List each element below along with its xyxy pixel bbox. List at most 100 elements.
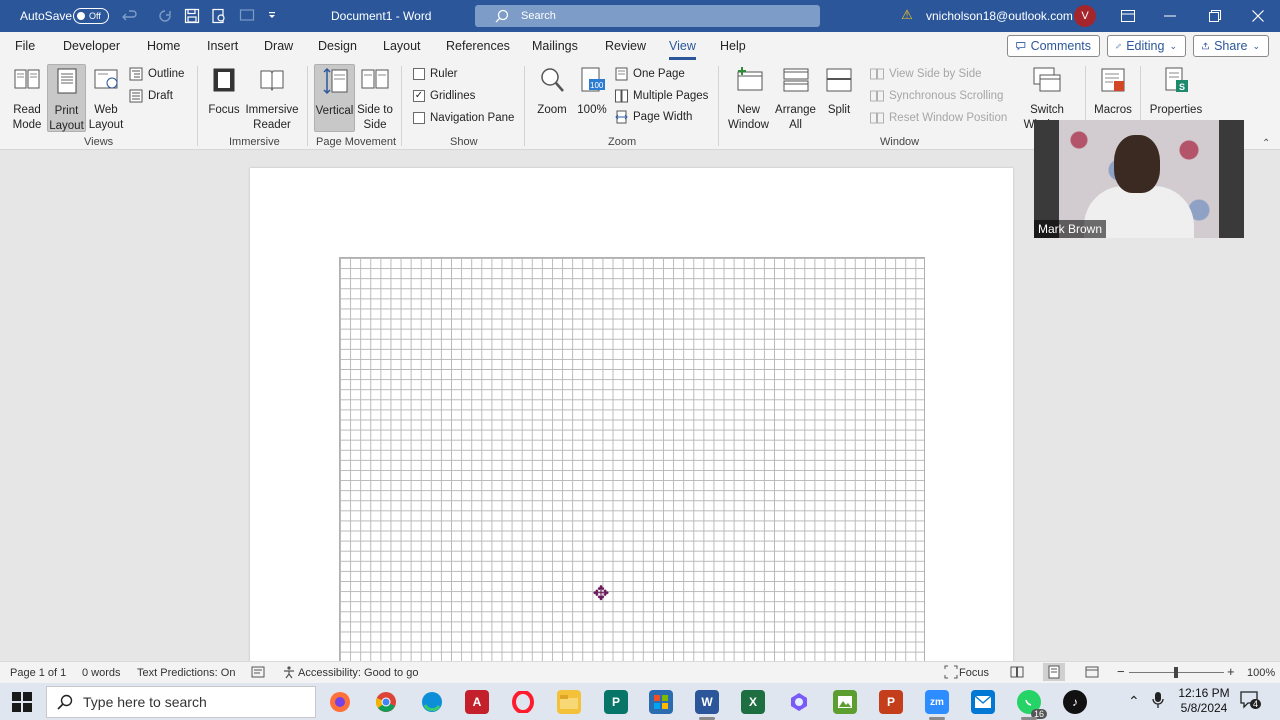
tab-design[interactable]: Design: [318, 39, 357, 53]
zoom-100-icon: 100: [581, 67, 605, 92]
outline-button[interactable]: Outline: [129, 67, 184, 81]
ribbon-display-options-icon[interactable]: [1118, 6, 1138, 26]
save-icon[interactable]: [183, 7, 201, 25]
tiktok-icon[interactable]: ♪: [1063, 690, 1087, 714]
print-layout-button[interactable]: Print Layout: [47, 64, 86, 132]
navigation-pane-checkbox[interactable]: Navigation Pane: [413, 112, 514, 124]
draft-button[interactable]: Draft: [129, 89, 173, 103]
immersive-reader-button[interactable]: Immersive Reader: [244, 66, 300, 131]
tab-view[interactable]: View: [669, 39, 696, 60]
microphone-icon[interactable]: [1152, 691, 1164, 712]
zoom-out-icon[interactable]: −: [1117, 664, 1125, 679]
share-button[interactable]: Share ⌄: [1193, 35, 1269, 57]
video-call-window[interactable]: Mark Brown: [1034, 120, 1244, 238]
tab-developer[interactable]: Developer: [63, 39, 120, 53]
draft-icon: [129, 89, 143, 103]
notifications-icon[interactable]: 4: [1240, 691, 1262, 712]
print-preview-icon[interactable]: [210, 7, 228, 25]
synchronous-scrolling-button[interactable]: Synchronous Scrolling: [870, 90, 1003, 102]
page-width-button[interactable]: Page Width: [615, 110, 692, 124]
windows-start-icon[interactable]: [12, 692, 32, 712]
one-page-button[interactable]: One Page: [615, 67, 685, 81]
text-predictions-status[interactable]: Text Predictions: On: [137, 667, 235, 679]
tab-home[interactable]: Home: [147, 39, 180, 53]
firefox-icon[interactable]: [328, 690, 352, 714]
tab-help[interactable]: Help: [720, 39, 746, 53]
macros-icon: [1101, 68, 1125, 92]
mail-icon[interactable]: [971, 690, 995, 714]
read-mode-view-icon[interactable]: [1010, 665, 1024, 682]
tab-review[interactable]: Review: [605, 39, 646, 53]
touch-mode-icon[interactable]: [238, 7, 256, 25]
chrome-icon[interactable]: [374, 690, 398, 714]
multiple-pages-button[interactable]: Multiple Pages: [615, 89, 708, 103]
gridlines-table[interactable]: [339, 257, 925, 661]
tab-mailings[interactable]: Mailings: [532, 39, 578, 53]
taskbar-search[interactable]: Type here to search: [46, 686, 316, 718]
close-icon[interactable]: [1248, 6, 1268, 26]
undo-icon[interactable]: [121, 7, 139, 25]
word-icon[interactable]: W: [695, 690, 719, 720]
side-to-side-button[interactable]: Side to Side: [357, 66, 393, 131]
print-layout-view-icon[interactable]: [1043, 663, 1065, 681]
gridlines-checkbox[interactable]: ✓ Gridlines: [413, 90, 475, 102]
whatsapp-icon[interactable]: 16: [1017, 690, 1047, 720]
proofing-icon[interactable]: [251, 665, 265, 682]
arrange-all-button[interactable]: Arrange All: [773, 66, 818, 131]
redo-icon[interactable]: [156, 7, 174, 25]
avatar[interactable]: V: [1074, 5, 1096, 27]
accessibility-status[interactable]: Accessibility: Good to go: [298, 667, 418, 679]
search-box[interactable]: Search: [475, 5, 820, 27]
system-clock[interactable]: 12:16 PM 5/8/2024: [1176, 686, 1232, 716]
excel-icon[interactable]: X: [741, 690, 765, 714]
read-mode-icon: [14, 69, 40, 89]
word-count[interactable]: 0 words: [82, 667, 121, 679]
edge-icon[interactable]: [420, 690, 444, 714]
access-icon[interactable]: A: [465, 690, 489, 714]
page-count[interactable]: Page 1 of 1: [10, 667, 66, 679]
minimize-icon[interactable]: [1160, 6, 1180, 26]
autosave-toggle[interactable]: Off: [73, 8, 109, 24]
collapse-ribbon-icon[interactable]: ⌃: [1262, 138, 1270, 149]
microsoft-store-icon[interactable]: [649, 690, 673, 714]
read-mode-button[interactable]: Read Mode: [6, 66, 48, 131]
ruler-checkbox[interactable]: Ruler: [413, 68, 457, 80]
new-window-button[interactable]: New Window: [726, 66, 771, 131]
view-side-by-side-button[interactable]: View Side by Side: [870, 68, 981, 80]
search-icon: [495, 9, 509, 23]
opera-icon[interactable]: [511, 690, 535, 714]
zoom-app-icon[interactable]: zm: [925, 690, 949, 720]
web-layout-button[interactable]: Web Layout: [88, 66, 124, 131]
editing-mode-button[interactable]: Editing ⌄: [1107, 35, 1186, 57]
document-page[interactable]: [250, 168, 1013, 661]
copilot-icon[interactable]: [787, 690, 811, 714]
customize-toolbar-icon[interactable]: [263, 7, 281, 25]
account-email[interactable]: vnicholson18@outlook.com: [926, 9, 1073, 23]
tab-file[interactable]: File: [15, 39, 35, 53]
print-layout-icon: [57, 68, 76, 94]
show-hidden-icons-icon[interactable]: ⌃: [1128, 693, 1140, 710]
zoom-100-button[interactable]: 100 100%: [575, 66, 609, 130]
zoom-in-icon[interactable]: +: [1227, 664, 1235, 679]
side-to-side-label: Side to Side: [357, 104, 393, 131]
powerpoint-icon[interactable]: P: [879, 690, 903, 714]
reset-window-position-button[interactable]: Reset Window Position: [870, 112, 1007, 124]
tab-draw[interactable]: Draw: [264, 39, 293, 53]
photos-icon[interactable]: [833, 690, 857, 714]
publisher-icon[interactable]: P: [604, 690, 628, 714]
focus-mode-button[interactable]: Focus: [959, 667, 989, 679]
web-layout-view-icon[interactable]: [1085, 665, 1099, 682]
split-button[interactable]: Split: [822, 66, 856, 130]
tab-insert[interactable]: Insert: [207, 39, 238, 53]
zoom-button[interactable]: Zoom: [533, 66, 571, 130]
focus-button[interactable]: Focus: [205, 66, 243, 130]
tab-references[interactable]: References: [446, 39, 510, 53]
restore-icon[interactable]: [1205, 6, 1225, 26]
warning-icon[interactable]: ⚠: [900, 8, 914, 22]
tab-layout[interactable]: Layout: [383, 39, 421, 53]
vertical-button[interactable]: Vertical: [314, 64, 355, 132]
zoom-slider-thumb[interactable]: [1174, 667, 1178, 678]
file-explorer-icon[interactable]: [557, 690, 581, 714]
zoom-percent[interactable]: 100%: [1247, 667, 1275, 679]
comments-button[interactable]: Comments: [1007, 35, 1100, 57]
